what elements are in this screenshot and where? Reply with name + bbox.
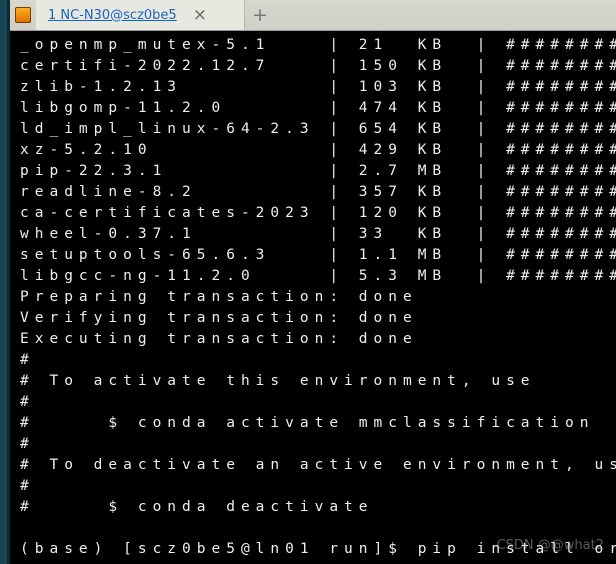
system-menu-icon[interactable] [10,0,36,30]
new-tab-button[interactable]: + [245,0,275,30]
watermark: CSDN @@what2 [497,535,604,556]
titlebar: 1 NC-N30@scz0be5 × + [10,0,616,31]
close-icon[interactable]: × [189,5,211,25]
terminal-window: 1 NC-N30@scz0be5 × + _openmp_mutex-5.1 |… [10,0,616,564]
tab-title: 1 NC-N30@scz0be5 [48,8,177,23]
tab-active[interactable]: 1 NC-N30@scz0be5 × [36,0,245,30]
terminal-output[interactable]: _openmp_mutex-5.1 | 21 KB | ########## c… [10,31,616,564]
